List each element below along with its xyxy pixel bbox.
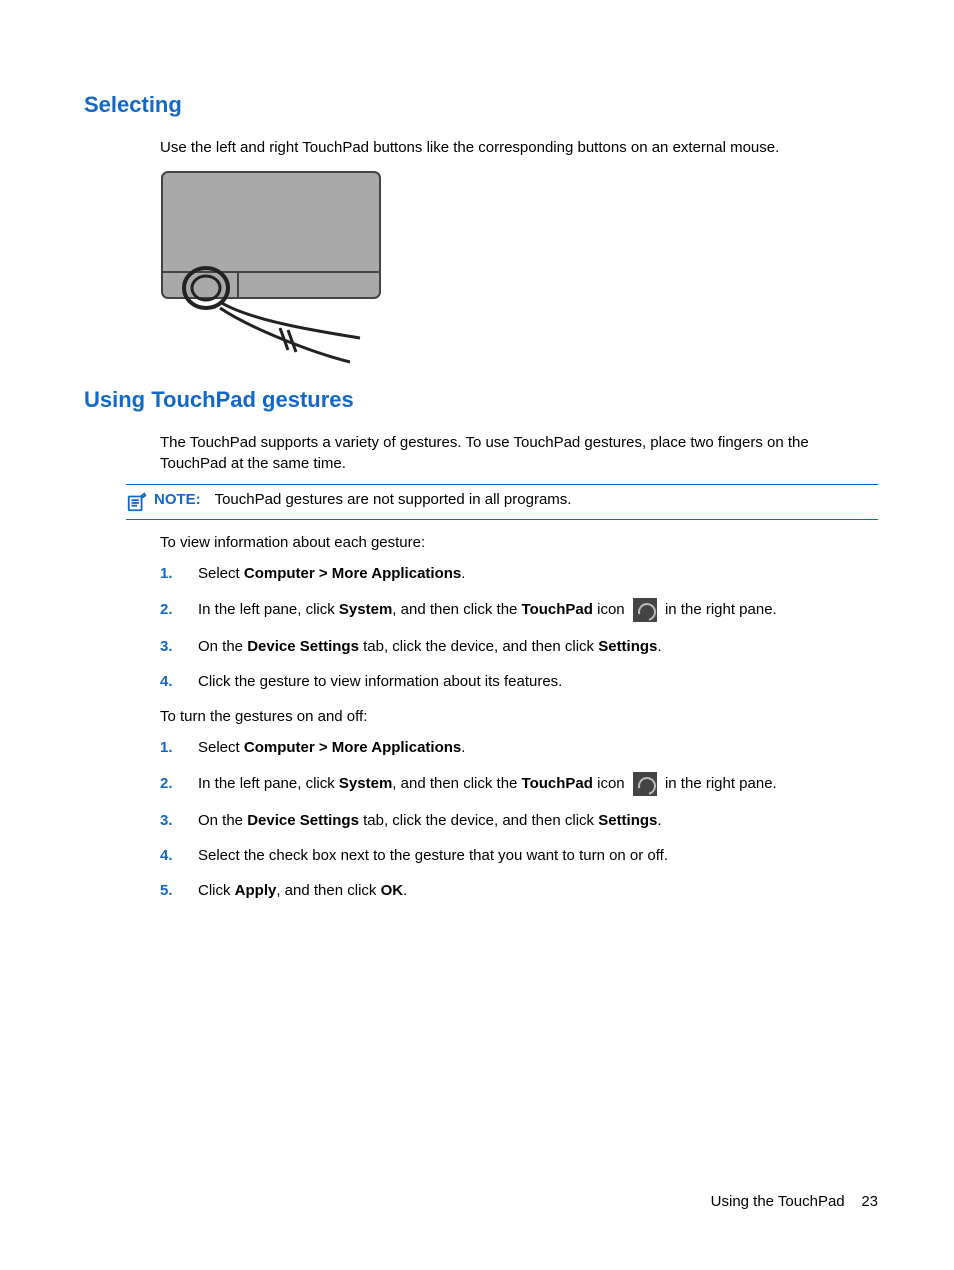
step-text: On the Device Settings tab, click the de… bbox=[198, 636, 878, 657]
touchpad-illustration bbox=[160, 170, 390, 365]
list-item: 4. Select the check box next to the gest… bbox=[160, 845, 878, 866]
steps-view: 1. Select Computer > More Applications. … bbox=[160, 563, 878, 692]
step-text: On the Device Settings tab, click the de… bbox=[198, 810, 878, 831]
note-box: NOTE: TouchPad gestures are not supporte… bbox=[126, 484, 878, 520]
step-text: In the left pane, click System, and then… bbox=[198, 772, 878, 796]
selecting-intro: Use the left and right TouchPad buttons … bbox=[160, 137, 878, 158]
list-item: 4. Click the gesture to view information… bbox=[160, 671, 878, 692]
touchpad-app-icon bbox=[633, 772, 657, 796]
step-number: 1. bbox=[160, 563, 178, 584]
list-item: 2. In the left pane, click System, and t… bbox=[160, 598, 878, 622]
heading-selecting: Selecting bbox=[84, 90, 878, 121]
list-item: 3. On the Device Settings tab, click the… bbox=[160, 636, 878, 657]
step-text: Select Computer > More Applications. bbox=[198, 737, 878, 758]
list-item: 1. Select Computer > More Applications. bbox=[160, 563, 878, 584]
step-number: 5. bbox=[160, 880, 178, 901]
step-text: Select the check box next to the gesture… bbox=[198, 845, 878, 866]
page-footer: Using the TouchPad 23 bbox=[711, 1191, 878, 1212]
step-number: 4. bbox=[160, 845, 178, 866]
step-text: Select Computer > More Applications. bbox=[198, 563, 878, 584]
toggle-intro: To turn the gestures on and off: bbox=[160, 706, 878, 727]
heading-gestures: Using TouchPad gestures bbox=[84, 385, 878, 416]
list-item: 2. In the left pane, click System, and t… bbox=[160, 772, 878, 796]
list-item: 3. On the Device Settings tab, click the… bbox=[160, 810, 878, 831]
step-number: 4. bbox=[160, 671, 178, 692]
step-number: 3. bbox=[160, 810, 178, 831]
step-number: 2. bbox=[160, 599, 178, 620]
step-number: 3. bbox=[160, 636, 178, 657]
footer-page-number: 23 bbox=[861, 1193, 878, 1210]
view-intro: To view information about each gesture: bbox=[160, 532, 878, 553]
footer-title: Using the TouchPad bbox=[711, 1193, 845, 1210]
touchpad-app-icon bbox=[633, 598, 657, 622]
step-text: Click the gesture to view information ab… bbox=[198, 671, 878, 692]
list-item: 5. Click Apply, and then click OK. bbox=[160, 880, 878, 901]
section2-body: The TouchPad supports a variety of gestu… bbox=[160, 432, 878, 474]
note-text: TouchPad gestures are not supported in a… bbox=[215, 491, 572, 508]
list-item: 1. Select Computer > More Applications. bbox=[160, 737, 878, 758]
page: Selecting Use the left and right TouchPa… bbox=[0, 0, 954, 1270]
step-text: Click Apply, and then click OK. bbox=[198, 880, 878, 901]
note-icon bbox=[126, 491, 148, 513]
step-number: 2. bbox=[160, 773, 178, 794]
step-number: 1. bbox=[160, 737, 178, 758]
section1-body: Use the left and right TouchPad buttons … bbox=[160, 137, 878, 158]
step-text: In the left pane, click System, and then… bbox=[198, 598, 878, 622]
note-content: NOTE: TouchPad gestures are not supporte… bbox=[154, 489, 571, 510]
note-label: NOTE: bbox=[154, 491, 201, 508]
gestures-intro: The TouchPad supports a variety of gestu… bbox=[160, 432, 878, 474]
view-block: To view information about each gesture: … bbox=[160, 532, 878, 901]
steps-toggle: 1. Select Computer > More Applications. … bbox=[160, 737, 878, 901]
